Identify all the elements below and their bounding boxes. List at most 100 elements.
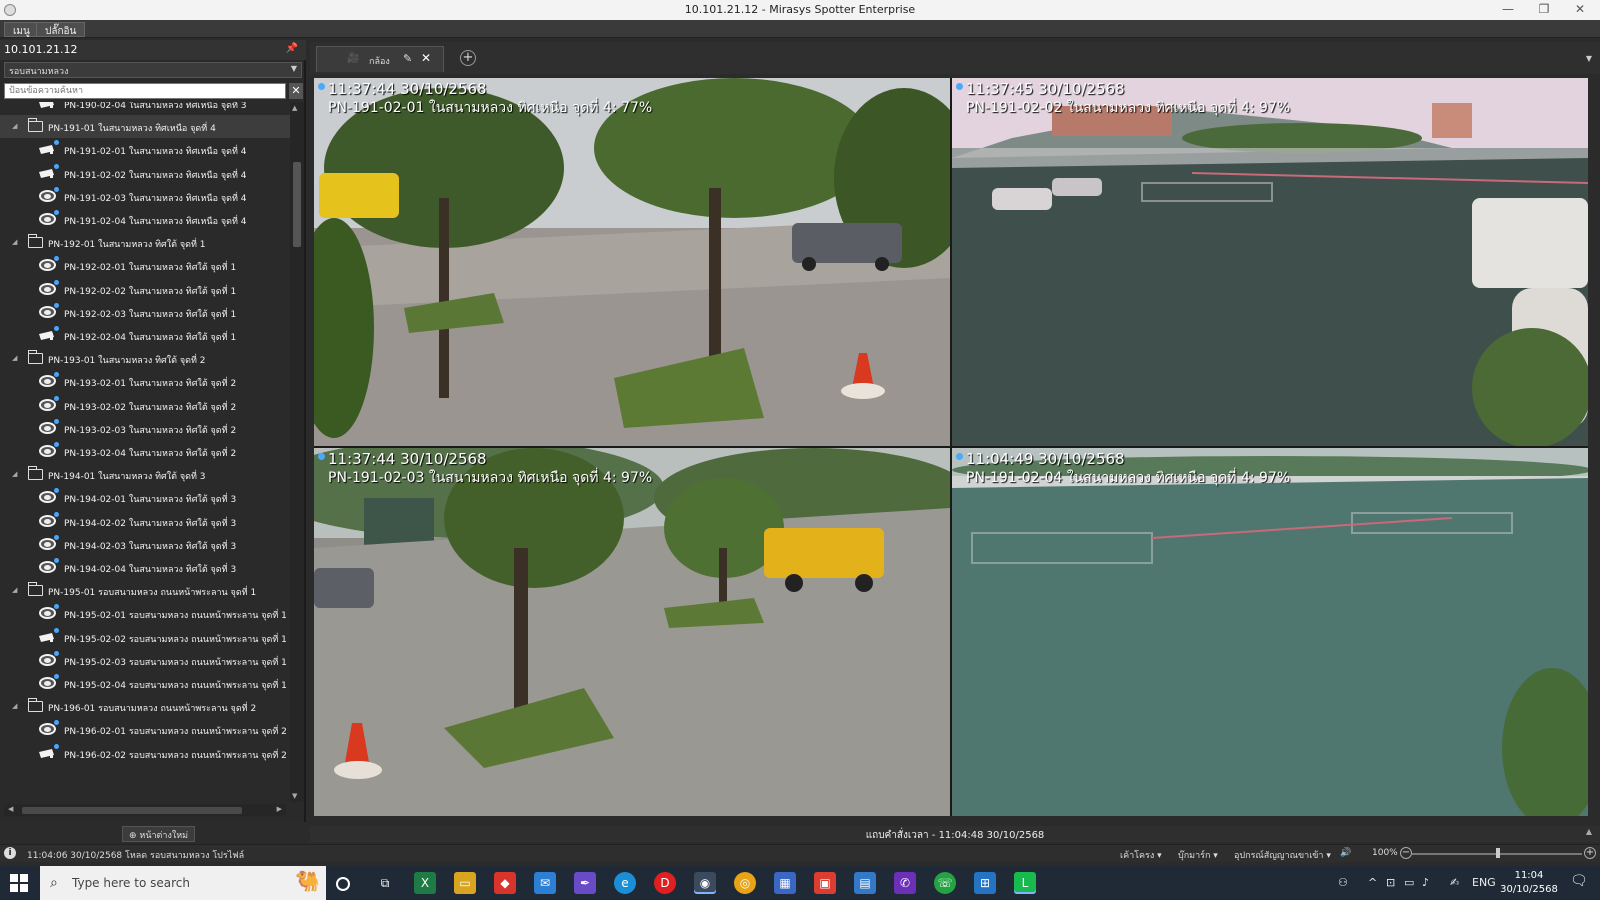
tree-camera-item[interactable]: PN-196-02-02 รอบสนามหลวง ถนนหน้าพระลาน จ… [0, 742, 290, 765]
tree-camera-item[interactable]: PN-194-02-03 ในสนามหลวง ทิศใต้ จุดที่ 3 [0, 533, 290, 556]
notification-icon[interactable]: 🗨 [1570, 873, 1588, 889]
feather-icon[interactable]: ✒ [574, 872, 596, 894]
scroll-right-icon[interactable]: ▶ [277, 805, 282, 813]
camera-view-3[interactable]: 11:37:44 30/10/2568 PN-191-02-03 ในสนามห… [314, 448, 950, 816]
cortana-icon[interactable] [336, 877, 350, 891]
tree-vertical-scrollbar[interactable]: ▲ ▼ [290, 102, 304, 802]
tree-camera-item[interactable]: PN-194-02-01 ในสนามหลวง ทิศใต้ จุดที่ 3 [0, 486, 290, 509]
zoom-in-button[interactable]: + [1584, 847, 1596, 859]
edge-icon[interactable]: e [614, 872, 636, 894]
camera-view-2[interactable]: 11:37:45 30/10/2568 PN-191-02-02 ในสนามห… [952, 78, 1588, 446]
volume-icon[interactable]: 🔊 [1340, 848, 1351, 858]
store-icon[interactable]: ▦ [774, 872, 796, 894]
tree-folder[interactable]: ◢ PN-191-01 ในสนามหลวง ทิศเหนือ จุดที่ 4 [0, 115, 290, 139]
tree-camera-item[interactable]: PN-193-02-01 ในสนามหลวง ทิศใต้ จุดที่ 2 [0, 370, 290, 393]
expand-arrow-icon[interactable]: ◢ [12, 238, 17, 246]
zoom-slider-knob[interactable] [1496, 848, 1500, 858]
expand-arrow-icon[interactable]: ◢ [12, 122, 17, 130]
chevron-up-icon[interactable]: ^ [1368, 876, 1377, 889]
tree-horizontal-scrollbar[interactable]: ◀ ▶ [4, 804, 286, 816]
expand-arrow-icon[interactable]: ◢ [12, 354, 17, 362]
menu-button[interactable]: เมนู [4, 22, 39, 37]
tab-camera[interactable]: 🎥 กล้อง ✎ ✕ [316, 46, 444, 72]
edit-icon[interactable]: ✎ [403, 52, 412, 65]
whatsapp-icon[interactable]: ☏ [934, 872, 956, 894]
hscroll-thumb[interactable] [22, 807, 242, 814]
pin-icon[interactable]: 📌 [286, 43, 298, 54]
tree-camera-item[interactable]: PN-193-02-04 ในสนามหลวง ทิศใต้ จุดที่ 2 [0, 440, 290, 463]
tree-camera-item[interactable]: PN-195-02-03 รอบสนามหลวง ถนนหน้าพระลาน จ… [0, 649, 290, 672]
scroll-down-icon[interactable]: ▼ [292, 792, 297, 800]
add-tab-button[interactable]: + [460, 50, 476, 66]
tree-camera-item[interactable]: PN-193-02-03 ในสนามหลวง ทิศใต้ จุดที่ 2 [0, 417, 290, 440]
tree-camera-item[interactable]: PN-194-02-02 ในสนามหลวง ทิศใต้ จุดที่ 3 [0, 510, 290, 533]
chevron-up-icon[interactable]: ▲ [1586, 827, 1592, 836]
file-explorer-icon[interactable]: ▭ [454, 872, 476, 894]
tree-camera-item[interactable]: PN-194-02-04 ในสนามหลวง ทิศใต้ จุดที่ 3 [0, 556, 290, 579]
plugins-button[interactable]: ปลั๊กอิน [36, 22, 86, 37]
office-icon[interactable]: ▣ [814, 872, 836, 894]
speaker-icon[interactable]: ♪ [1422, 876, 1429, 889]
line-icon[interactable]: L [1014, 872, 1036, 894]
group-select[interactable]: รอบสนามหลวง ▼ [4, 62, 302, 78]
camera-view-4[interactable]: 11:04:49 30/10/2568 PN-191-02-04 ในสนามห… [952, 448, 1588, 816]
network-icon[interactable]: ▭ [1404, 876, 1414, 889]
expand-arrow-icon[interactable]: ◢ [12, 702, 17, 710]
meet-icon[interactable]: ⊡ [1386, 876, 1395, 889]
camera-view-1[interactable]: 11:37:44 30/10/2568 PN-191-02-01 ในสนามห… [314, 78, 950, 446]
network-app-icon[interactable]: ⊞ [974, 872, 996, 894]
taskbar-search[interactable]: ⌕ Type here to search 🐫 [40, 866, 326, 900]
viber-icon[interactable]: ✆ [894, 872, 916, 894]
tree-camera-item[interactable]: PN-195-02-01 รอบสนามหลวง ถนนหน้าพระลาน จ… [0, 602, 290, 625]
expand-arrow-icon[interactable]: ◢ [12, 586, 17, 594]
minimize-button[interactable]: — [1490, 2, 1526, 16]
taskbar-clock[interactable]: 11:04 30/10/2568 [1494, 869, 1564, 897]
remote-desktop-icon[interactable]: ▤ [854, 872, 876, 894]
tree-camera-item[interactable]: PN-195-02-02 รอบสนามหลวง ถนนหน้าพระลาน จ… [0, 626, 290, 649]
tree-camera-item[interactable]: PN-195-02-04 รอบสนามหลวง ถนนหน้าพระลาน จ… [0, 672, 290, 695]
tree-camera-item[interactable]: PN-196-02-01 รอบสนามหลวง ถนนหน้าพระลาน จ… [0, 718, 290, 741]
scroll-left-icon[interactable]: ◀ [8, 805, 13, 813]
spotter-app-icon[interactable]: ◉ [694, 872, 716, 894]
bookmark-button[interactable]: บุ๊กมาร์ก ▾ [1178, 848, 1218, 862]
chrome-icon[interactable]: ◎ [734, 872, 756, 894]
tree-camera-item[interactable]: PN-193-02-02 ในสนามหลวง ทิศใต้ จุดที่ 2 [0, 394, 290, 417]
people-icon[interactable]: ⚇ [1338, 876, 1348, 889]
tree-camera-item[interactable]: PN-192-02-03 ในสนามหลวง ทิศใต้ จุดที่ 1 [0, 301, 290, 324]
tree-camera-item[interactable]: PN-190-02-04 ในสนามหลวง ทิศเหนือ จุดที่ … [0, 102, 290, 115]
tree-camera-item[interactable]: PN-192-02-01 ในสนามหลวง ทิศใต้ จุดที่ 1 [0, 254, 290, 277]
tree-camera-item[interactable]: PN-191-02-04 ในสนามหลวง ทิศเหนือ จุดที่ … [0, 208, 290, 231]
clear-search-button[interactable]: ✕ [289, 83, 303, 99]
windows-start-button[interactable] [10, 874, 28, 892]
excel-icon[interactable]: X [414, 872, 436, 894]
expand-arrow-icon[interactable]: ◢ [12, 470, 17, 478]
tree-camera-item[interactable]: PN-191-02-01 ในสนามหลวง ทิศเหนือ จุดที่ … [0, 138, 290, 161]
scroll-thumb[interactable] [293, 162, 301, 247]
pen-icon[interactable]: ✍ [1450, 876, 1459, 889]
timeline-bar[interactable]: แถบคำสั่งเวลา - 11:04:48 30/10/2568 ▲ [310, 826, 1600, 842]
task-view-icon[interactable]: ⧉ [374, 872, 396, 894]
close-tab-icon[interactable]: ✕ [421, 51, 431, 65]
close-button[interactable]: ✕ [1562, 2, 1598, 16]
tree-folder[interactable]: ◢ PN-196-01 รอบสนามหลวง ถนนหน้าพระลาน จุด… [0, 695, 290, 718]
input-language[interactable]: ENG [1472, 876, 1496, 889]
zoom-out-button[interactable]: − [1400, 847, 1412, 859]
add-page-button[interactable]: ⊕ หน้าต่างใหม่ [122, 826, 196, 842]
scroll-up-icon[interactable]: ▲ [292, 104, 297, 112]
chevron-down-icon[interactable]: ▼ [1586, 54, 1592, 63]
tree-camera-item[interactable]: PN-192-02-04 ในสนามหลวง ทิศใต้ จุดที่ 1 [0, 324, 290, 347]
tree-camera-item[interactable]: PN-191-02-03 ในสนามหลวง ทิศเหนือ จุดที่ … [0, 185, 290, 208]
tree-folder[interactable]: ◢ PN-193-01 ในสนามหลวง ทิศใต้ จุดที่ 2 [0, 347, 290, 370]
maximize-button[interactable]: ❐ [1526, 2, 1562, 16]
tree-folder[interactable]: ◢ PN-194-01 ในสนามหลวง ทิศใต้ จุดที่ 3 [0, 463, 290, 486]
mail-icon[interactable]: ✉ [534, 872, 556, 894]
d-app-icon[interactable]: D [654, 872, 676, 894]
tree-folder[interactable]: ◢ PN-192-01 ในสนามหลวง ทิศใต้ จุดที่ 1 [0, 231, 290, 254]
input-devices-button[interactable]: อุปกรณ์สัญญาณขาเข้า ▾ [1234, 848, 1331, 862]
tree-camera-item[interactable]: PN-192-02-02 ในสนามหลวง ทิศใต้ จุดที่ 1 [0, 278, 290, 301]
anydesk-icon[interactable]: ◆ [494, 872, 516, 894]
layout-button[interactable]: เค้าโครง ▾ [1120, 848, 1162, 862]
tree-folder[interactable]: ◢ PN-195-01 รอบสนามหลวง ถนนหน้าพระลาน จุด… [0, 579, 290, 602]
tree-search-input[interactable] [4, 83, 286, 99]
tree-camera-item[interactable]: PN-191-02-02 ในสนามหลวง ทิศเหนือ จุดที่ … [0, 162, 290, 185]
